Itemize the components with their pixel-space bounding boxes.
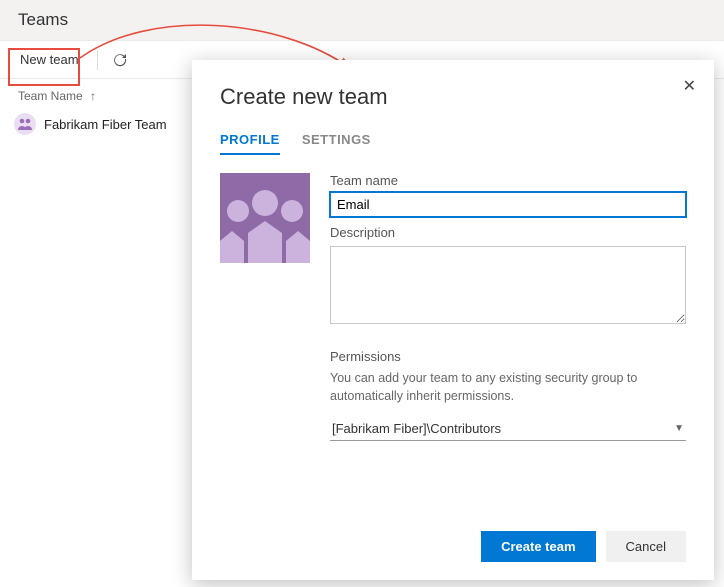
sort-ascending-icon: ↑: [90, 89, 96, 103]
refresh-icon: [112, 52, 128, 68]
team-name-label: Team name: [330, 173, 686, 188]
new-team-button[interactable]: New team: [12, 47, 87, 72]
chevron-down-icon: ▼: [674, 423, 684, 434]
column-header-label: Team Name: [18, 89, 83, 103]
refresh-button[interactable]: [108, 48, 132, 72]
toolbar-separator: [97, 50, 98, 70]
cancel-button[interactable]: Cancel: [606, 531, 686, 562]
permissions-selected-value: [Fabrikam Fiber]\Contributors: [332, 421, 501, 436]
team-name-label: Fabrikam Fiber Team: [44, 117, 167, 132]
permissions-help-text: You can add your team to any existing se…: [330, 370, 686, 405]
page-title: Teams: [0, 0, 724, 41]
tab-settings[interactable]: SETTINGS: [302, 132, 371, 155]
permissions-label: Permissions: [330, 349, 686, 364]
team-avatar-placeholder[interactable]: [220, 173, 310, 263]
create-team-button[interactable]: Create team: [481, 531, 595, 562]
close-icon: ✕: [683, 78, 696, 95]
team-name-input[interactable]: [330, 192, 686, 217]
group-icon: [220, 173, 310, 263]
description-label: Description: [330, 225, 686, 240]
create-team-dialog: ✕ Create new team PROFILE SETTINGS Team …: [192, 60, 714, 580]
tab-profile[interactable]: PROFILE: [220, 132, 280, 155]
permissions-dropdown[interactable]: [Fabrikam Fiber]\Contributors ▼: [330, 417, 686, 441]
dialog-title: Create new team: [220, 84, 686, 110]
description-input[interactable]: [330, 246, 686, 324]
team-avatar-icon: [14, 113, 36, 135]
dialog-tabs: PROFILE SETTINGS: [220, 132, 686, 155]
close-button[interactable]: ✕: [679, 72, 700, 100]
